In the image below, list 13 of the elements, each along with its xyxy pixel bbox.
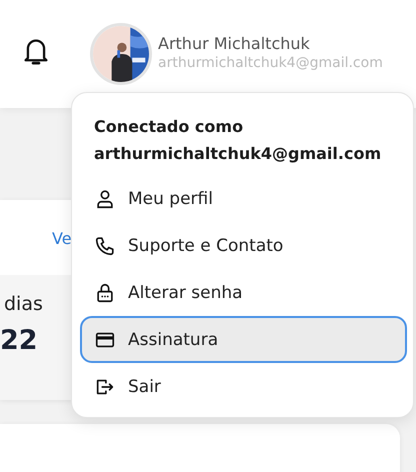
user-email: arthurmichaltchuk4@gmail.com [158,55,383,71]
menu-item[interactable]: Sair [80,363,407,410]
menu-item[interactable]: Suporte e Contato [80,222,407,269]
menu-item[interactable]: Assinatura [80,316,407,363]
menu-item[interactable]: Alterar senha [80,269,407,316]
menu-email: arthurmichaltchuk4@gmail.com [94,143,382,165]
user-name: Arthur Michaltchuk [158,34,311,53]
menu-title: Conectado como [94,116,244,138]
stat-label: dias [4,293,43,315]
phone-icon [94,234,116,256]
stat-value: 22 [0,325,38,356]
menu-item[interactable]: Meu perfil [80,175,407,222]
link[interactable]: Ve [52,229,72,248]
